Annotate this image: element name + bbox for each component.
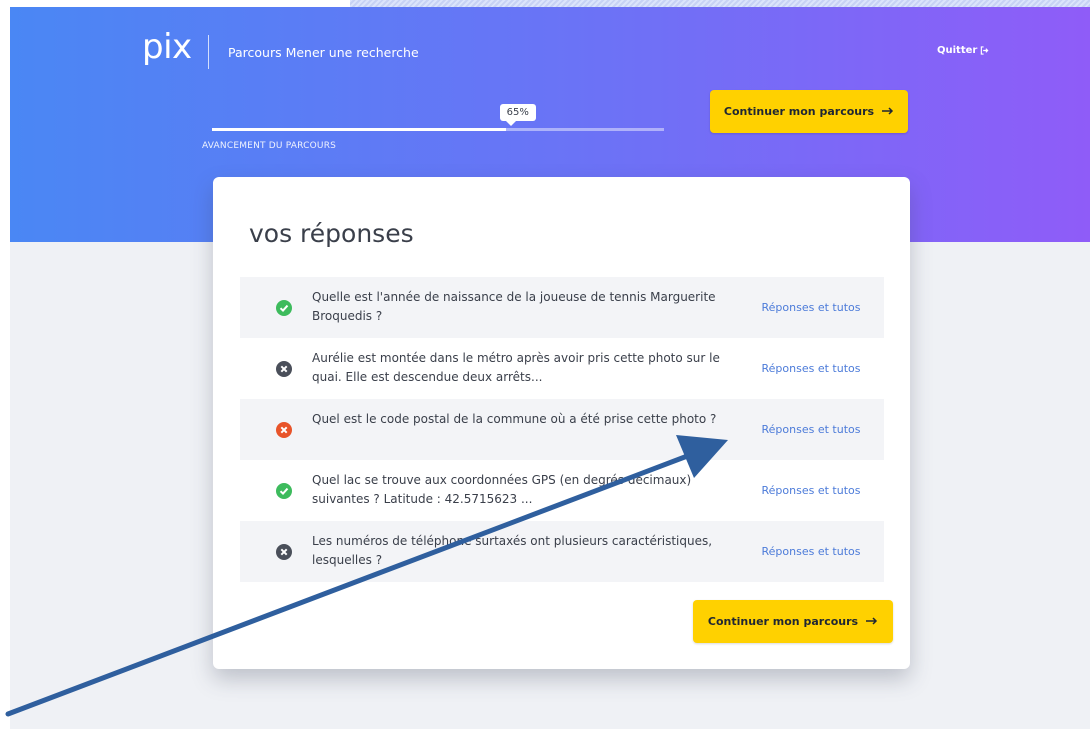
check-circle-icon — [276, 299, 292, 316]
logo-divider — [208, 35, 209, 69]
arrow-right-icon — [866, 615, 878, 628]
answer-row: Quelle est l'année de naissance de la jo… — [240, 277, 884, 338]
quit-link[interactable]: Quitter — [937, 45, 989, 56]
arrow-right-icon — [882, 105, 894, 118]
course-title: Parcours Mener une recherche — [228, 45, 419, 60]
results-title: vos réponses — [249, 219, 414, 248]
continue-button-label: Continuer mon parcours — [723, 105, 875, 118]
check-circle-icon — [276, 482, 292, 499]
answer-row: Les numéros de téléphone surtaxés ont pl… — [240, 521, 884, 582]
answers-and-tutorials-link[interactable]: Réponses et tutos — [740, 545, 882, 559]
pix-logo[interactable]: pix — [142, 30, 192, 64]
x-circle-icon — [276, 360, 292, 377]
answer-question: Les numéros de téléphone surtaxés ont pl… — [312, 534, 713, 567]
answers-and-tutorials-link[interactable]: Réponses et tutos — [740, 362, 882, 376]
results-card: vos réponses Quelle est l'année de naiss… — [213, 177, 910, 669]
top-strip-pattern — [350, 0, 1090, 7]
answers-and-tutorials-link[interactable]: Réponses et tutos — [740, 484, 882, 498]
x-circle-icon — [276, 543, 292, 560]
continue-course-button-top[interactable]: Continuer mon parcours — [710, 90, 908, 133]
answer-row: Aurélie est montée dans le métro après a… — [240, 338, 884, 399]
answer-question: Quelle est l'année de naissance de la jo… — [312, 290, 716, 323]
answer-row: Quel est le code postal de la commune où… — [240, 399, 884, 460]
logout-icon — [980, 46, 989, 55]
course-progress: 65% — [212, 104, 664, 144]
answers-and-tutorials-link[interactable]: Réponses et tutos — [740, 301, 882, 315]
app-frame: pix Parcours Mener une recherche Quitter… — [10, 0, 1090, 729]
answer-question: Quel lac se trouve aux coordonnées GPS (… — [312, 473, 692, 506]
progress-caption: AVANCEMENT DU PARCOURS — [202, 141, 337, 151]
answers-and-tutorials-link[interactable]: Réponses et tutos — [740, 423, 882, 437]
quit-label: Quitter — [937, 45, 978, 56]
answer-row: Quel lac se trouve aux coordonnées GPS (… — [240, 460, 884, 521]
progress-fill — [212, 128, 506, 131]
answers-list: Quelle est l'année de naissance de la jo… — [240, 277, 884, 582]
x-circle-icon — [276, 421, 292, 438]
continue-button-label: Continuer mon parcours — [707, 615, 859, 628]
progress-percent-badge: 65% — [499, 104, 536, 126]
answer-question: Aurélie est montée dans le métro après a… — [312, 351, 720, 384]
answer-question: Quel est le code postal de la commune où… — [312, 412, 717, 426]
continue-course-button-bottom[interactable]: Continuer mon parcours — [693, 600, 893, 643]
